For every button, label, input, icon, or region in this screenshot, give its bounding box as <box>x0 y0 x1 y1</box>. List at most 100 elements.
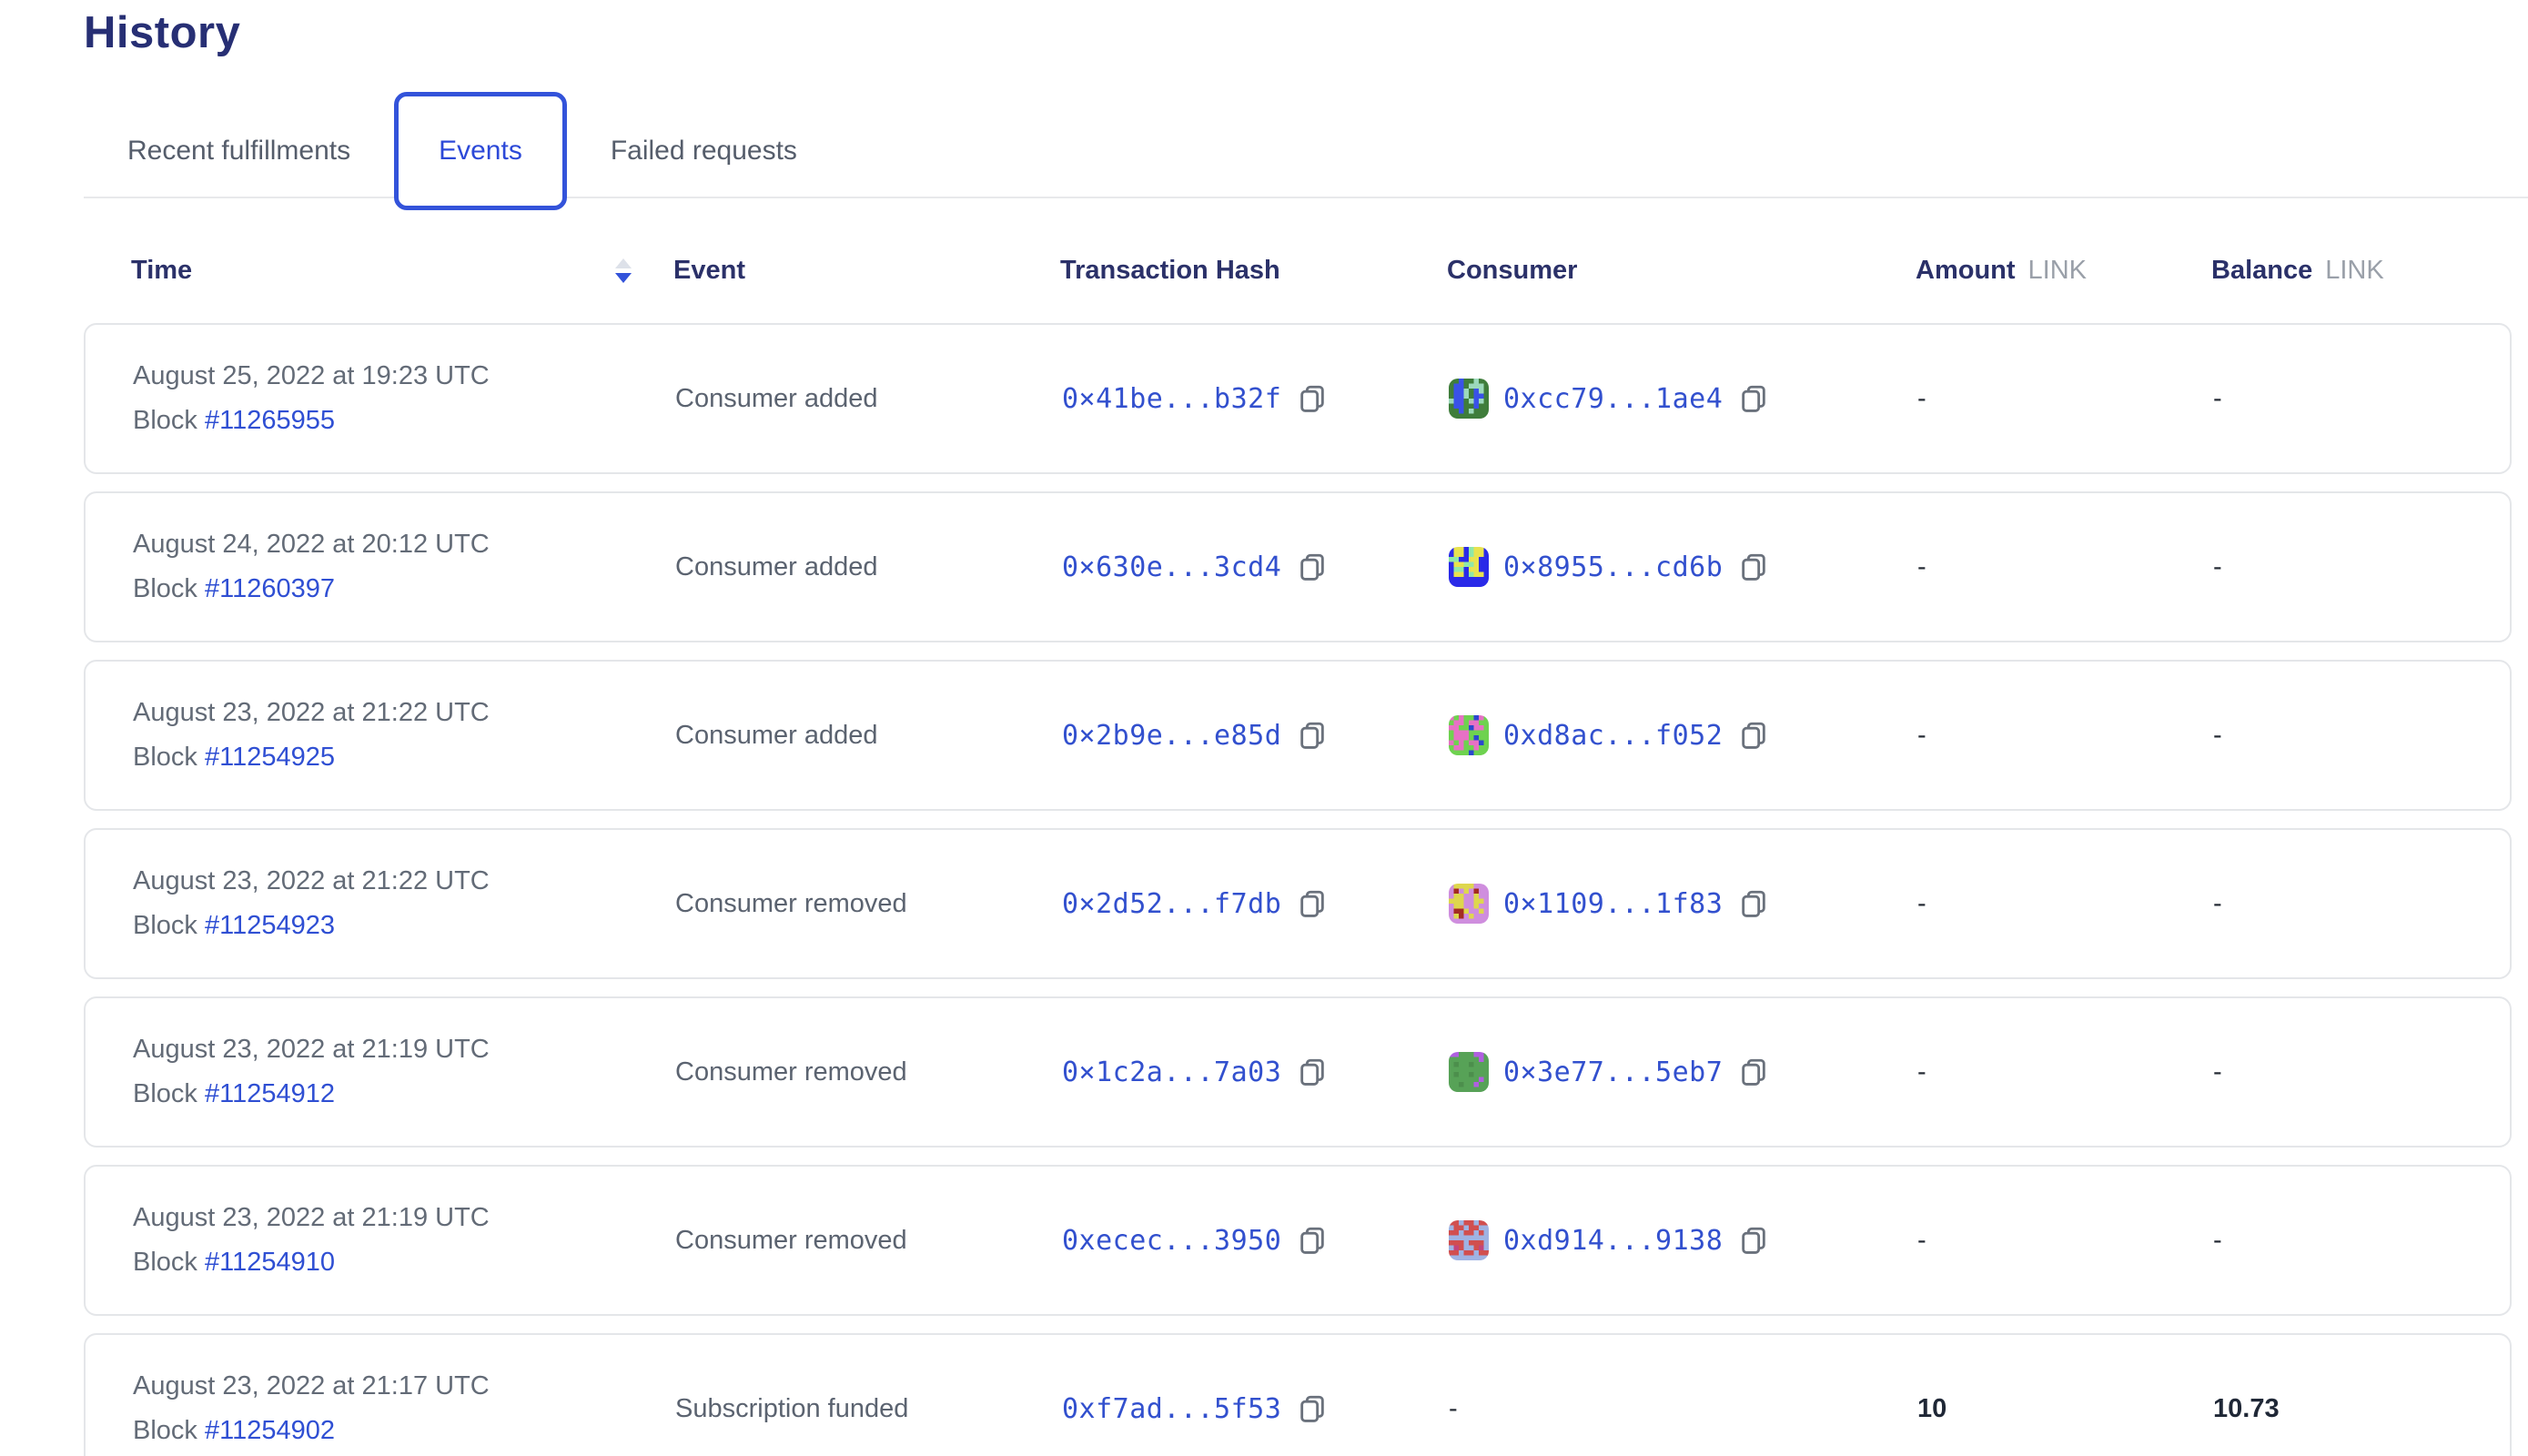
column-header-balance: Balance LINK <box>2211 256 2512 286</box>
amount-unit-label: LINK <box>2028 256 2087 286</box>
block-number-link[interactable]: #11254923 <box>205 911 335 940</box>
table-row: August 23, 2022 at 21:19 UTC Block #1125… <box>84 1165 2512 1316</box>
block-label: Block <box>133 574 205 603</box>
transaction-hash-cell: 0×630e...3cd4 <box>1062 551 1449 583</box>
row-date: August 25, 2022 at 19:23 UTC <box>133 361 675 391</box>
consumer-identicon <box>1449 715 1489 755</box>
consumer-identicon <box>1449 1220 1489 1260</box>
consumer-empty: - <box>1449 1394 1458 1424</box>
balance-unit-label: LINK <box>2325 256 2383 286</box>
sort-descending-icon[interactable] <box>615 258 632 283</box>
consumer-identicon <box>1449 1052 1489 1092</box>
time-cell: August 23, 2022 at 21:19 UTC Block #1125… <box>133 1203 675 1278</box>
block-number-link[interactable]: #11254912 <box>205 1079 335 1108</box>
transaction-hash-link[interactable]: 0×2d52...f7db <box>1062 888 1281 920</box>
event-type: Consumer removed <box>675 889 1062 919</box>
table-header: Time Event Transaction Hash Consumer Amo… <box>84 242 2512 298</box>
balance-value: - <box>2213 1057 2510 1087</box>
block-number-link[interactable]: #11254925 <box>205 743 335 772</box>
copy-icon[interactable] <box>1296 887 1329 920</box>
row-date: August 23, 2022 at 21:22 UTC <box>133 866 675 896</box>
block-label: Block <box>133 1248 205 1277</box>
history-tabs: Recent fulfillments Events Failed reques… <box>127 91 797 211</box>
tab-recent-fulfillments[interactable]: Recent fulfillments <box>127 136 350 167</box>
consumer-cell: - <box>1449 1394 1917 1424</box>
balance-value: - <box>2213 384 2510 414</box>
event-type: Consumer added <box>675 552 1062 582</box>
table-row: August 23, 2022 at 21:19 UTC Block #1125… <box>84 996 2512 1148</box>
block-number-link[interactable]: #11254902 <box>205 1416 335 1445</box>
row-date: August 23, 2022 at 21:19 UTC <box>133 1035 675 1065</box>
time-cell: August 23, 2022 at 21:22 UTC Block #1125… <box>133 866 675 941</box>
balance-value: 10.73 <box>2213 1394 2510 1424</box>
consumer-cell: 0×3e77...5eb7 <box>1449 1052 1917 1092</box>
consumer-cell: 0xd914...9138 <box>1449 1220 1917 1260</box>
copy-icon[interactable] <box>1737 551 1770 583</box>
consumer-address-link[interactable]: 0xd914...9138 <box>1503 1225 1723 1257</box>
block-label: Block <box>133 1416 205 1445</box>
amount-value: - <box>1917 889 2213 919</box>
amount-value: - <box>1917 1226 2213 1256</box>
transaction-hash-cell: 0×2d52...f7db <box>1062 887 1449 920</box>
transaction-hash-cell: 0xecec...3950 <box>1062 1224 1449 1257</box>
block-number-link[interactable]: #11260397 <box>205 574 335 603</box>
event-type: Subscription funded <box>675 1394 1062 1424</box>
tab-failed-requests[interactable]: Failed requests <box>611 136 797 167</box>
copy-icon[interactable] <box>1737 1224 1770 1257</box>
consumer-address-link[interactable]: 0xd8ac...f052 <box>1503 720 1723 752</box>
copy-icon[interactable] <box>1737 1056 1770 1088</box>
copy-icon[interactable] <box>1296 551 1329 583</box>
block-number-link[interactable]: #11265955 <box>205 406 335 435</box>
transaction-hash-link[interactable]: 0×630e...3cd4 <box>1062 551 1281 583</box>
block-line: Block #11254902 <box>133 1416 675 1446</box>
transaction-hash-link[interactable]: 0xf7ad...5f53 <box>1062 1393 1281 1425</box>
copy-icon[interactable] <box>1296 1056 1329 1088</box>
column-header-time[interactable]: Time <box>131 256 673 286</box>
sort-down-arrow-icon <box>615 273 632 283</box>
consumer-cell: 0xd8ac...f052 <box>1449 715 1917 755</box>
transaction-hash-link[interactable]: 0×1c2a...7a03 <box>1062 1057 1281 1088</box>
transaction-hash-link[interactable]: 0xecec...3950 <box>1062 1225 1281 1257</box>
event-type: Consumer removed <box>675 1226 1062 1256</box>
copy-icon[interactable] <box>1737 382 1770 415</box>
copy-icon[interactable] <box>1296 382 1329 415</box>
history-page: History Recent fulfillments Events Faile… <box>0 0 2528 1456</box>
copy-icon[interactable] <box>1296 1224 1329 1257</box>
consumer-cell: 0×8955...cd6b <box>1449 547 1917 587</box>
copy-icon[interactable] <box>1296 719 1329 752</box>
block-line: Block #11254925 <box>133 743 675 773</box>
sort-up-arrow-icon <box>615 258 632 268</box>
block-number-link[interactable]: #11254910 <box>205 1248 335 1277</box>
amount-value: - <box>1917 384 2213 414</box>
consumer-address-link[interactable]: 0×3e77...5eb7 <box>1503 1057 1723 1088</box>
time-cell: August 23, 2022 at 21:22 UTC Block #1125… <box>133 698 675 773</box>
transaction-hash-link[interactable]: 0×2b9e...e85d <box>1062 720 1281 752</box>
row-date: August 24, 2022 at 20:12 UTC <box>133 530 675 560</box>
transaction-hash-cell: 0×1c2a...7a03 <box>1062 1056 1449 1088</box>
time-cell: August 23, 2022 at 21:17 UTC Block #1125… <box>133 1371 675 1446</box>
consumer-address-link[interactable]: 0×8955...cd6b <box>1503 551 1723 583</box>
block-line: Block #11254912 <box>133 1079 675 1109</box>
balance-value: - <box>2213 721 2510 751</box>
amount-label: Amount <box>1916 256 2016 286</box>
table-row: August 23, 2022 at 21:17 UTC Block #1125… <box>84 1333 2512 1456</box>
consumer-address-link[interactable]: 0xcc79...1ae4 <box>1503 383 1723 415</box>
tab-events[interactable]: Events <box>394 92 567 210</box>
copy-icon[interactable] <box>1737 887 1770 920</box>
block-label: Block <box>133 406 205 435</box>
copy-icon[interactable] <box>1737 719 1770 752</box>
event-type: Consumer removed <box>675 1057 1062 1087</box>
consumer-identicon <box>1449 379 1489 419</box>
consumer-address-link[interactable]: 0×1109...1f83 <box>1503 888 1723 920</box>
table-row: August 23, 2022 at 21:22 UTC Block #1125… <box>84 660 2512 811</box>
copy-icon[interactable] <box>1296 1392 1329 1425</box>
time-cell: August 24, 2022 at 20:12 UTC Block #1126… <box>133 530 675 604</box>
transaction-hash-cell: 0×2b9e...e85d <box>1062 719 1449 752</box>
time-cell: August 25, 2022 at 19:23 UTC Block #1126… <box>133 361 675 436</box>
table-row: August 24, 2022 at 20:12 UTC Block #1126… <box>84 491 2512 642</box>
transaction-hash-cell: 0xf7ad...5f53 <box>1062 1392 1449 1425</box>
column-header-event: Event <box>673 256 1060 286</box>
balance-value: - <box>2213 552 2510 582</box>
block-line: Block #11265955 <box>133 406 675 436</box>
transaction-hash-link[interactable]: 0×41be...b32f <box>1062 383 1281 415</box>
